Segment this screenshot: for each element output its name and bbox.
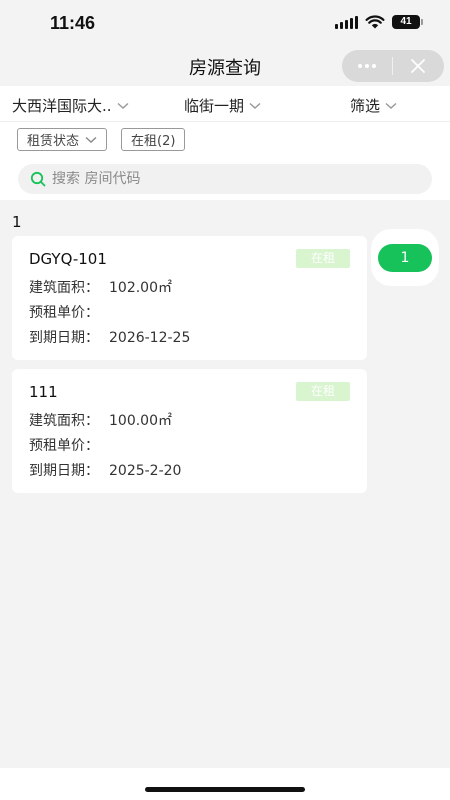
status-time: 11:46 <box>50 13 96 33</box>
due-label: 到期日期： <box>29 330 99 346</box>
status-icons: 41 <box>335 15 423 29</box>
index-pill-button[interactable]: 1 <box>378 244 432 272</box>
price-row: 预租单价： <box>29 302 109 322</box>
due-value: 2025-2-20 <box>109 463 182 479</box>
search-bar <box>0 158 450 200</box>
area-value: 100.00㎡ <box>109 413 172 429</box>
chevron-down-icon <box>117 102 129 109</box>
close-icon[interactable] <box>393 50 443 82</box>
search-input[interactable] <box>52 171 392 187</box>
room-code: 111 <box>29 383 58 401</box>
signal-icon <box>335 15 358 29</box>
due-label: 到期日期： <box>29 463 99 479</box>
area-label: 建筑面积： <box>29 280 99 296</box>
room-code: DGYQ-101 <box>29 250 107 268</box>
chevron-down-icon <box>85 136 97 143</box>
filter-project-label: 大西洋国际大.. <box>12 97 112 115</box>
bottom-bar <box>0 768 450 800</box>
battery-icon: 41 <box>392 15 423 29</box>
list-item[interactable]: DGYQ-101 在租 建筑面积： 102.00㎡ 预租单价： 到期日期： 2026… <box>12 236 367 360</box>
price-label: 预租单价： <box>29 305 99 321</box>
status-bar: 11:46 41 <box>0 0 450 48</box>
filter-project-dropdown[interactable]: 大西洋国际大.. <box>12 95 129 116</box>
renting-count-tag[interactable]: 在租(2) <box>121 128 186 151</box>
search-box[interactable] <box>18 164 432 194</box>
due-row: 到期日期： 2025-2-20 <box>29 460 181 480</box>
list-item[interactable]: 111 在租 建筑面积： 100.00㎡ 预租单价： 到期日期： 2025-2-20 <box>12 369 367 493</box>
due-value: 2026-12-25 <box>109 330 191 346</box>
price-label: 预租单价： <box>29 438 99 454</box>
index-panel: 1 <box>371 229 439 286</box>
price-row: 预租单价： <box>29 435 109 455</box>
group-label: 1 <box>12 213 22 231</box>
tag-bar: 租赁状态 在租(2) <box>0 122 450 158</box>
rent-status-tag[interactable]: 租赁状态 <box>17 128 108 151</box>
rent-status-label: 租赁状态 <box>27 134 80 149</box>
more-icon[interactable] <box>342 50 392 82</box>
filter-bar: 大西洋国际大.. 临街一期 筛选 <box>0 86 450 122</box>
due-row: 到期日期： 2026-12-25 <box>29 327 190 347</box>
filter-phase-dropdown[interactable]: 临街一期 <box>184 95 261 116</box>
filter-phase-label: 临街一期 <box>184 97 245 115</box>
search-icon <box>30 171 46 187</box>
area-row: 建筑面积： 100.00㎡ <box>29 410 172 430</box>
home-indicator[interactable] <box>145 787 305 792</box>
renting-count-label: 在租(2) <box>131 134 176 149</box>
chevron-down-icon <box>385 102 397 109</box>
filter-more-dropdown[interactable]: 筛选 <box>350 95 397 116</box>
chevron-down-icon <box>249 102 261 109</box>
status-badge: 在租 <box>296 249 350 268</box>
area-row: 建筑面积： 102.00㎡ <box>29 277 172 297</box>
area-label: 建筑面积： <box>29 413 99 429</box>
status-badge: 在租 <box>296 382 350 401</box>
wifi-icon <box>365 15 385 29</box>
filter-more-label: 筛选 <box>350 97 381 115</box>
mini-program-capsule <box>342 50 444 82</box>
area-value: 102.00㎡ <box>109 280 172 296</box>
nav-bar: 房源查询 <box>0 48 450 86</box>
